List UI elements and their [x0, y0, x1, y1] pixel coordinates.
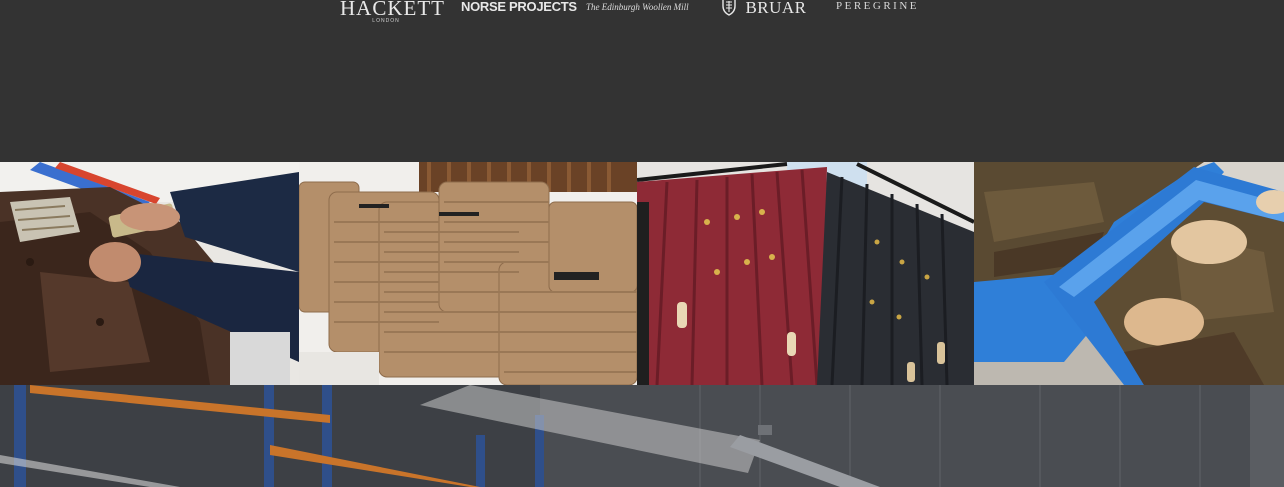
bruar-logo-text: BRUAR: [745, 0, 807, 17]
hackett-logo[interactable]: HACKETT LONDON: [340, 0, 445, 24]
warehouse-banner: [0, 385, 1284, 487]
edinburgh-woollen-mill-logo[interactable]: The Edinburgh Woollen Mill: [586, 2, 689, 12]
photo-icon: [974, 162, 1284, 385]
house-of-bruar-logo[interactable]: BRUAR: [720, 0, 807, 19]
photo-icon: [0, 385, 1284, 487]
peregrine-logo[interactable]: PEREGRINE: [836, 0, 919, 13]
photo-icon: [299, 162, 637, 385]
norse-projects-logo[interactable]: NORSE PROJECTS: [461, 0, 577, 14]
photo-icon: [0, 162, 299, 385]
gallery-photo-duffle-coats[interactable]: [637, 162, 974, 385]
gallery-photo-stacked-jackets[interactable]: [299, 162, 637, 385]
photo-icon: [637, 162, 974, 385]
gallery-photo-jacket-tagging[interactable]: [0, 162, 299, 385]
hackett-logo-text: HACKETT: [340, 0, 445, 20]
bruar-crest-icon: [722, 0, 736, 16]
brand-logo-strip: HACKETT LONDON NORSE PROJECTS The Edinbu…: [0, 0, 1284, 162]
gallery-photo-jackets-in-tubs[interactable]: [974, 162, 1284, 385]
norse-projects-logo-text: NORSE PROJECTS: [461, 0, 577, 14]
peregrine-logo-text: PEREGRINE: [836, 0, 919, 12]
edinburgh-woollen-mill-logo-text: The Edinburgh Woollen Mill: [586, 2, 689, 12]
photo-gallery: [0, 162, 1284, 385]
